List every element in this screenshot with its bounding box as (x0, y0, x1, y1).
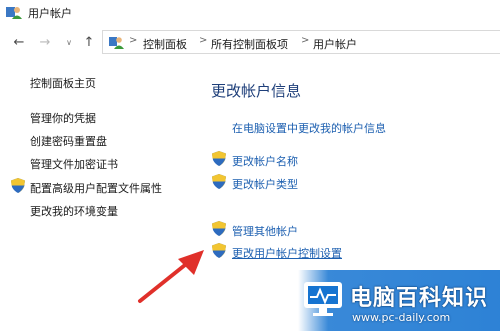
breadcrumb-user-accounts[interactable]: 用户帐户 (313, 36, 357, 52)
change-account-type-link[interactable]: 更改帐户类型 (232, 176, 298, 192)
breadcrumb-separator: > (301, 35, 310, 46)
control-panel-home-link[interactable]: 控制面板主页 (30, 75, 96, 91)
create-password-reset-disk-link[interactable]: 创建密码重置盘 (30, 133, 107, 149)
change-account-name-link[interactable]: 更改帐户名称 (232, 153, 298, 169)
breadcrumb-control-panel[interactable]: 控制面板 (143, 36, 187, 52)
breadcrumb-separator: > (199, 35, 208, 46)
shield-icon (212, 151, 226, 166)
watermark-url: www.pc-daily.com (352, 311, 451, 324)
shield-icon (212, 174, 226, 189)
window-title: 用户帐户 (28, 7, 72, 20)
title-bar: 用户帐户 (0, 0, 500, 26)
manage-credentials-link[interactable]: 管理你的凭据 (30, 110, 96, 126)
page-heading: 更改帐户信息 (211, 82, 302, 100)
pc-settings-link[interactable]: 在电脑设置中更改我的帐户信息 (232, 120, 386, 136)
manage-file-encryption-link[interactable]: 管理文件加密证书 (30, 156, 118, 172)
monitor-logo-icon (304, 282, 342, 316)
change-uac-settings-link[interactable]: 更改用户帐户控制设置 (232, 245, 342, 261)
shield-icon (212, 221, 226, 236)
back-button[interactable]: ← (12, 34, 26, 50)
user-accounts-icon (6, 7, 22, 19)
address-bar[interactable]: > 控制面板 > 所有控制面板项 > 用户帐户 (102, 30, 500, 54)
change-environment-variables-link[interactable]: 更改我的环境变量 (30, 203, 118, 219)
arrow-up-icon: ↑ (83, 34, 95, 50)
control-panel-icon (109, 37, 124, 49)
recent-locations-button[interactable]: ∨ (62, 34, 76, 50)
manage-other-accounts-link[interactable]: 管理其他帐户 (232, 223, 298, 239)
shield-icon (212, 243, 226, 258)
shield-icon (11, 178, 25, 193)
breadcrumb-separator: > (129, 35, 138, 46)
advanced-profile-properties-link[interactable]: 配置高级用户配置文件属性 (30, 180, 162, 196)
arrow-right-icon: → (39, 34, 51, 50)
arrow-left-icon: ← (13, 34, 25, 50)
annotation-arrow-icon (138, 250, 204, 303)
breadcrumb-all-items[interactable]: 所有控制面板项 (211, 36, 288, 52)
up-button[interactable]: ↑ (82, 34, 96, 50)
forward-button[interactable]: → (38, 34, 52, 50)
watermark-title: 电脑百科知识 (350, 286, 489, 311)
chevron-down-icon: ∨ (66, 37, 72, 47)
